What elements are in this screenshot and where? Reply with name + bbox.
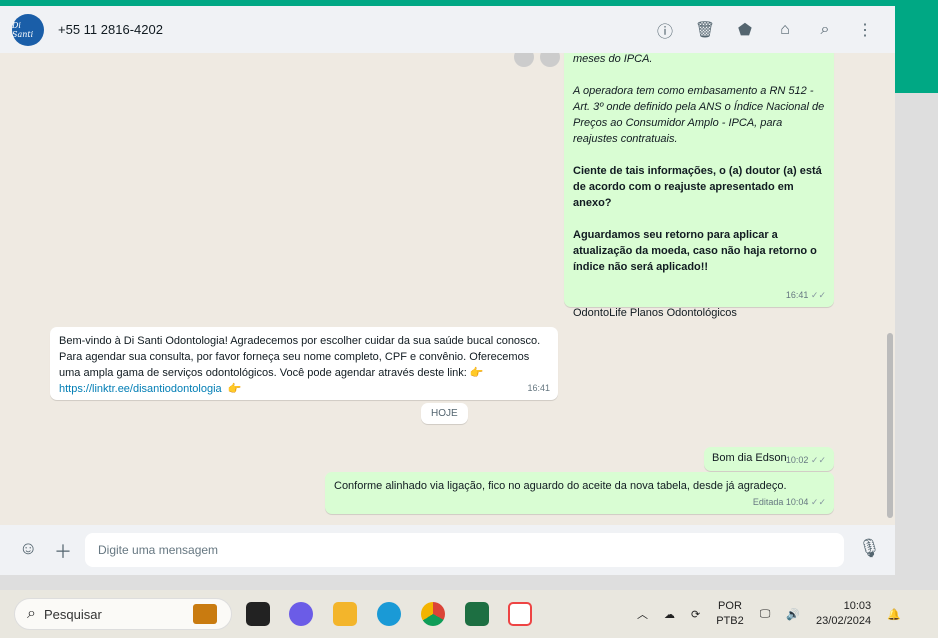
message-text: Conforme alinhado via ligação, fico no a… [334,480,787,492]
message-incoming[interactable]: Bem-vindo à Di Santi Odontologia! Agrade… [50,327,558,400]
windows-taskbar: ⌕ Pesquisar ︿ ☁ ⟳ POR PTB2 🖵 🔊 10:03 23/02… [0,590,938,638]
composer: ☺ ＋ Digite uma mensagem 🎙 [0,525,895,575]
network-icon[interactable]: 🖵 [760,608,771,621]
scrollbar-thumb[interactable] [887,333,893,518]
message-text: meses do IPCA. [573,53,653,65]
menu-icon[interactable]: ⋮ [855,20,875,40]
message-outgoing[interactable]: Conforme alinhado via ligação, fico no a… [325,472,834,514]
chevron-up-icon[interactable]: ︿ [637,606,648,622]
keyboard-layout: PTB2 [716,615,744,627]
message-text: A operadora tem como embasamento a RN 51… [573,85,825,145]
trash-icon[interactable]: 🗑 [695,20,715,40]
clock-time: 10:03 [843,600,872,612]
store-icon[interactable]: ⌂ [775,20,795,40]
forward-icon[interactable] [540,53,560,67]
message-outgoing[interactable]: Bom dia Edson 10:02 ✓✓ [704,447,834,471]
microphone-icon[interactable]: 🎙 [858,538,881,559]
chrome-icon[interactable] [421,602,445,626]
attach-plus-icon[interactable]: ＋ [54,538,72,564]
background-accent [895,0,938,93]
message-time: 16:41 [527,383,550,393]
file-explorer-icon[interactable] [333,602,357,626]
message-text: Ciente de tais informações, o (a) doutor… [573,165,822,209]
search-placeholder: Pesquisar [43,606,102,622]
clock-date: 23/02/2024 [816,615,872,627]
read-ticks-icon: ✓✓ [810,290,826,300]
teams-icon[interactable] [289,602,313,626]
task-view-icon[interactable] [246,602,270,626]
message-link[interactable]: https://linktr.ee/disantiodontologia [59,383,222,395]
date-divider: HOJE [421,403,468,424]
read-ticks-icon: ✓✓ [810,455,826,465]
chat-header[interactable]: Di Santi +55 11 2816-4202 ⓘ 🗑 ⬟ ⌂ ⌕ ⋮ [0,6,895,53]
scrollbar[interactable] [885,53,893,525]
excel-icon[interactable] [465,602,489,626]
message-input[interactable]: Digite uma mensagem [85,533,844,567]
taskbar-search[interactable]: ⌕ Pesquisar [14,598,232,630]
lang-code: POR [718,600,742,612]
avatar[interactable]: Di Santi [12,13,44,46]
notification-bell-icon[interactable]: 🔔 [887,608,901,621]
avatar-logo-text: Di Santi [12,20,34,39]
message-text: Aguardamos seu retorno para aplicar a at… [573,229,817,273]
react-icon[interactable] [514,53,534,67]
message-text: Bem-vindo à Di Santi Odontologia! Agrade… [59,335,541,379]
cloud-off-icon[interactable]: ☁ [664,608,675,621]
info-icon[interactable]: ⓘ [655,20,675,41]
message-list[interactable]: meses do IPCA. A operadora tem como emba… [0,53,895,525]
message-outgoing[interactable]: meses do IPCA. A operadora tem como emba… [564,53,834,319]
clock[interactable]: 10:03 23/02/2024 [816,599,871,629]
message-time: 10:02 [785,455,809,465]
briefcase-icon [193,604,217,624]
search-icon[interactable]: ⌕ [815,20,835,40]
label-icon[interactable]: ⬟ [735,20,755,40]
sync-icon[interactable]: ⟳ [691,608,700,621]
language-indicator[interactable]: POR PTB2 [716,599,744,629]
whatsapp-window: Di Santi +55 11 2816-4202 ⓘ 🗑 ⬟ ⌂ ⌕ ⋮ me… [0,6,895,575]
snipping-tool-icon[interactable] [508,602,532,626]
emoji-icon[interactable]: ☺ [19,538,37,559]
search-icon: ⌕ [27,605,36,622]
message-time: 16:41 [785,290,809,300]
edited-label: Editada [752,497,784,507]
pointing-emoji: 👉 [227,383,242,395]
contact-phone[interactable]: +55 11 2816-4202 [58,22,163,37]
read-ticks-icon: ✓✓ [810,497,826,507]
message-time: 10:04 [785,497,809,507]
message-signature: OdontoLife Planos Odontológicos [573,307,737,319]
message-text: Bom dia Edson [712,452,787,464]
volume-icon[interactable]: 🔊 [786,608,800,621]
edge-icon[interactable] [377,602,401,626]
